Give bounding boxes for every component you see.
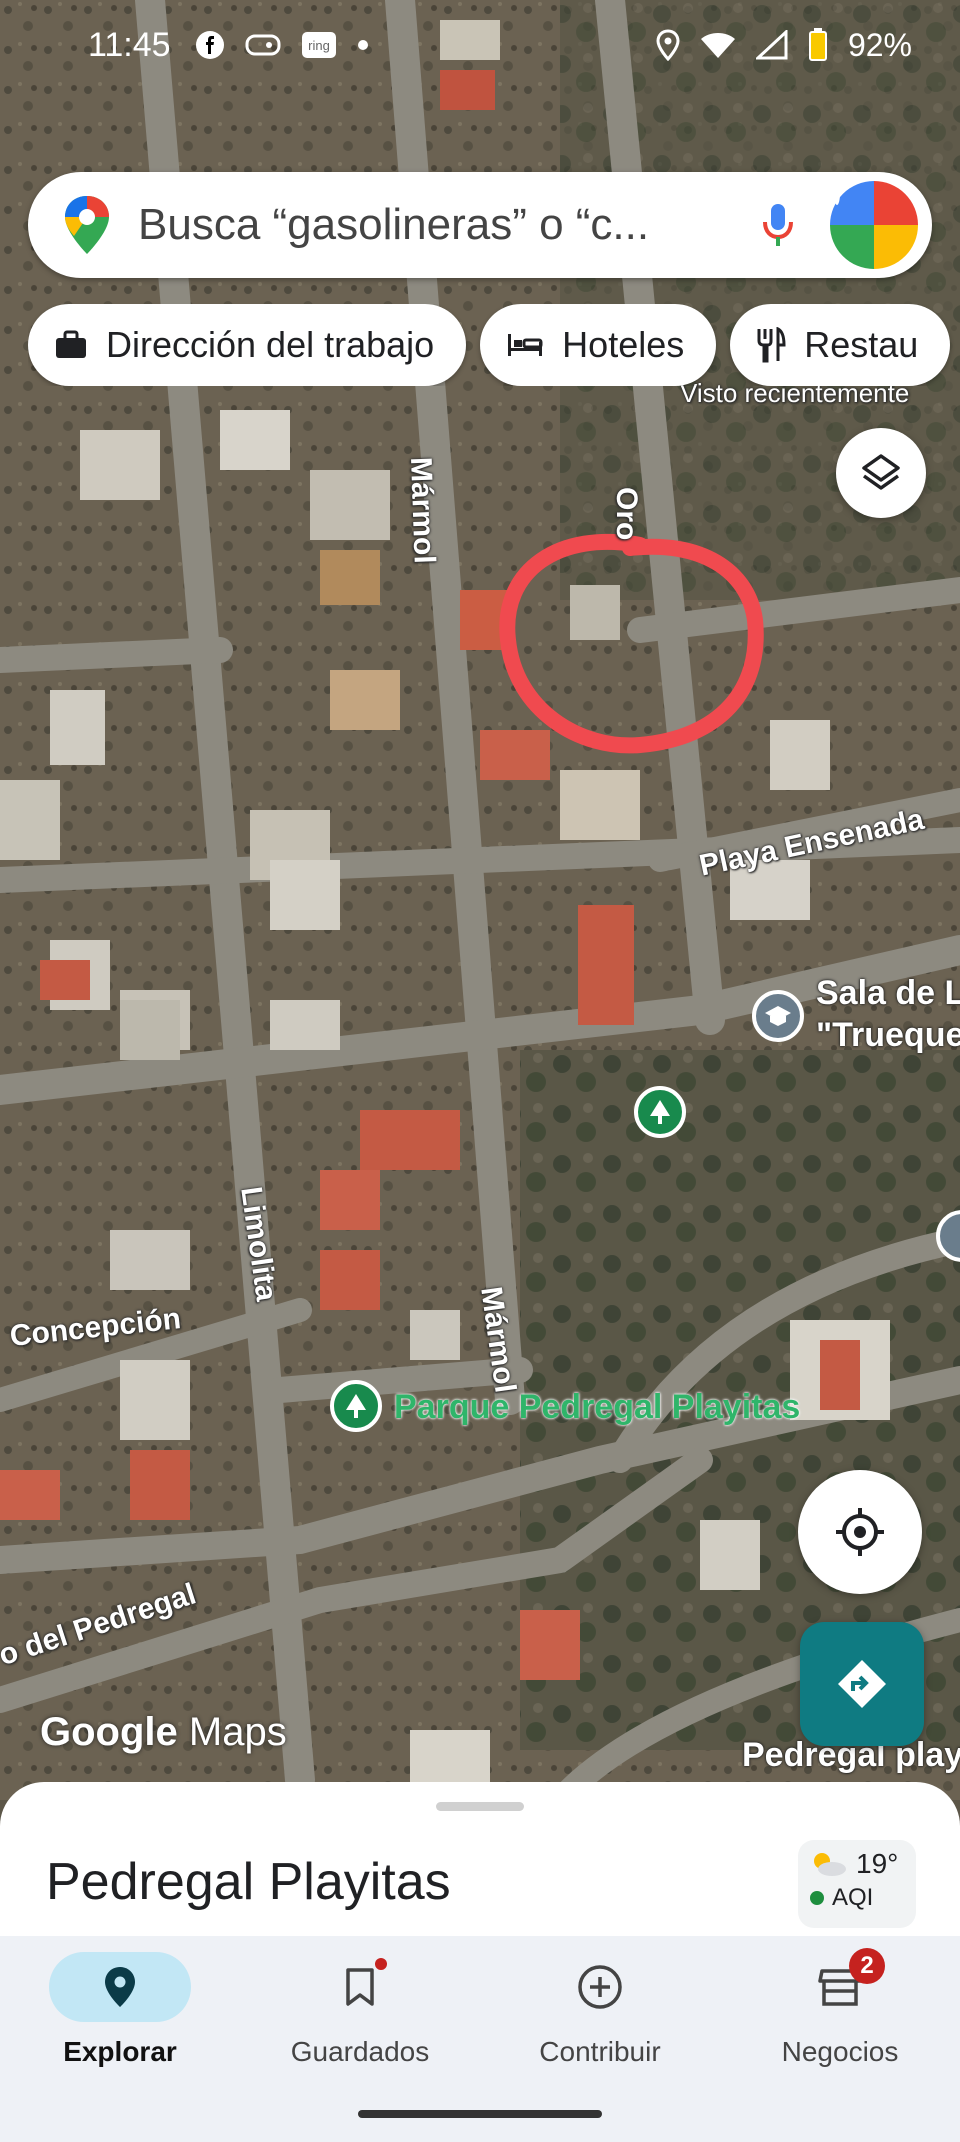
category-chips: Dirección del trabajo Hoteles Restau xyxy=(28,304,960,386)
aqi-label: AQI xyxy=(832,1884,874,1911)
school-pin[interactable] xyxy=(752,990,804,1042)
sheet-drag-handle[interactable] xyxy=(436,1802,524,1811)
nav-label: Explorar xyxy=(63,2036,177,2067)
directions-icon xyxy=(838,1660,886,1708)
nav-label: Contribuir xyxy=(539,2036,661,2067)
weather-widget[interactable]: 19° AQI xyxy=(798,1840,916,1928)
nav-saved[interactable]: Guardados xyxy=(250,1952,470,2082)
business-badge: 2 xyxy=(849,1948,885,1984)
chip-work-address[interactable]: Dirección del trabajo xyxy=(28,304,467,386)
logo-google: Google xyxy=(40,1710,178,1754)
briefcase-icon xyxy=(56,330,86,358)
cellular-signal-icon xyxy=(755,30,788,60)
wifi-icon xyxy=(700,33,735,58)
school-icon xyxy=(765,1006,791,1026)
layers-icon xyxy=(862,454,900,490)
poi-label-trueque[interactable]: "Trueque xyxy=(816,1016,960,1055)
search-bar[interactable]: Busca “gasolineras” o “c... xyxy=(28,172,932,278)
facebook-icon xyxy=(195,31,224,59)
park-pin-2[interactable] xyxy=(330,1380,382,1432)
location-status-icon xyxy=(656,29,680,61)
nav-icon-container xyxy=(49,1952,191,2022)
nav-explore[interactable]: Explorar xyxy=(10,1952,230,2082)
more-notifications-dot-icon xyxy=(357,40,368,50)
park-pin-1[interactable] xyxy=(634,1086,686,1138)
chip-label: Restau xyxy=(804,324,919,365)
nav-icon-container xyxy=(529,1952,671,2022)
chip-hotels[interactable]: Hoteles xyxy=(480,304,717,386)
nav-contribute[interactable]: Contribuir xyxy=(490,1952,710,2082)
bookmark-icon xyxy=(346,1968,374,2006)
battery-icon xyxy=(808,28,827,61)
gesture-bar[interactable] xyxy=(358,2110,602,2118)
notification-dot xyxy=(375,1958,387,1970)
voice-search-button[interactable] xyxy=(748,195,808,255)
logo-maps: Maps xyxy=(188,1710,287,1754)
profile-photo xyxy=(834,182,840,205)
microphone-icon xyxy=(763,204,793,246)
google-maps-logo: Google Maps xyxy=(40,1710,287,1755)
chip-label: Dirección del trabajo xyxy=(106,324,435,365)
svg-text:ring: ring xyxy=(308,38,330,53)
nav-label: Guardados xyxy=(290,2036,430,2067)
my-location-button[interactable] xyxy=(798,1470,922,1594)
search-input[interactable]: Busca “gasolineras” o “c... xyxy=(138,200,748,250)
chip-restaurants[interactable]: Restau xyxy=(730,304,951,386)
aqi-status-dot xyxy=(810,1891,824,1905)
avatar[interactable] xyxy=(830,181,918,269)
area-title: Pedregal Playitas xyxy=(46,1853,451,1911)
bed-icon xyxy=(508,334,543,356)
street-label-marmol-top: Mármol xyxy=(404,456,441,565)
location-pin-icon xyxy=(105,1967,135,2007)
nav-icon-container xyxy=(289,1952,431,2022)
tree-icon xyxy=(346,1394,366,1418)
bottom-sheet[interactable]: Pedregal Playitas 19° AQI xyxy=(0,1782,960,1942)
google-maps-pin-icon xyxy=(65,196,109,254)
nav-business[interactable]: 2 Negocios xyxy=(730,1948,950,2082)
tree-icon xyxy=(650,1100,670,1124)
battery-percent: 92% xyxy=(847,26,912,63)
map-layers-button[interactable] xyxy=(836,428,926,518)
poi-label-sala[interactable]: Sala de L xyxy=(816,974,960,1013)
nav-label: Negocios xyxy=(781,2036,899,2067)
directions-button[interactable] xyxy=(800,1622,924,1746)
chip-label: Hoteles xyxy=(562,324,685,365)
street-label-oro: Oro xyxy=(610,487,643,541)
partly-cloudy-icon xyxy=(814,1853,846,1876)
status-bar: 11:45 ring 92% xyxy=(0,0,960,90)
weather-temperature: 19° xyxy=(856,1848,899,1879)
restaurant-icon xyxy=(757,327,786,363)
crosshair-icon xyxy=(836,1508,884,1556)
gamepad-icon xyxy=(245,34,281,56)
poi-label-parque[interactable]: Parque Pedregal Playitas xyxy=(394,1388,800,1427)
add-circle-icon xyxy=(578,1965,622,2009)
nav-icon-container: 2 xyxy=(769,1948,911,2022)
ring-icon: ring xyxy=(301,32,336,58)
status-time: 11:45 xyxy=(88,25,171,64)
